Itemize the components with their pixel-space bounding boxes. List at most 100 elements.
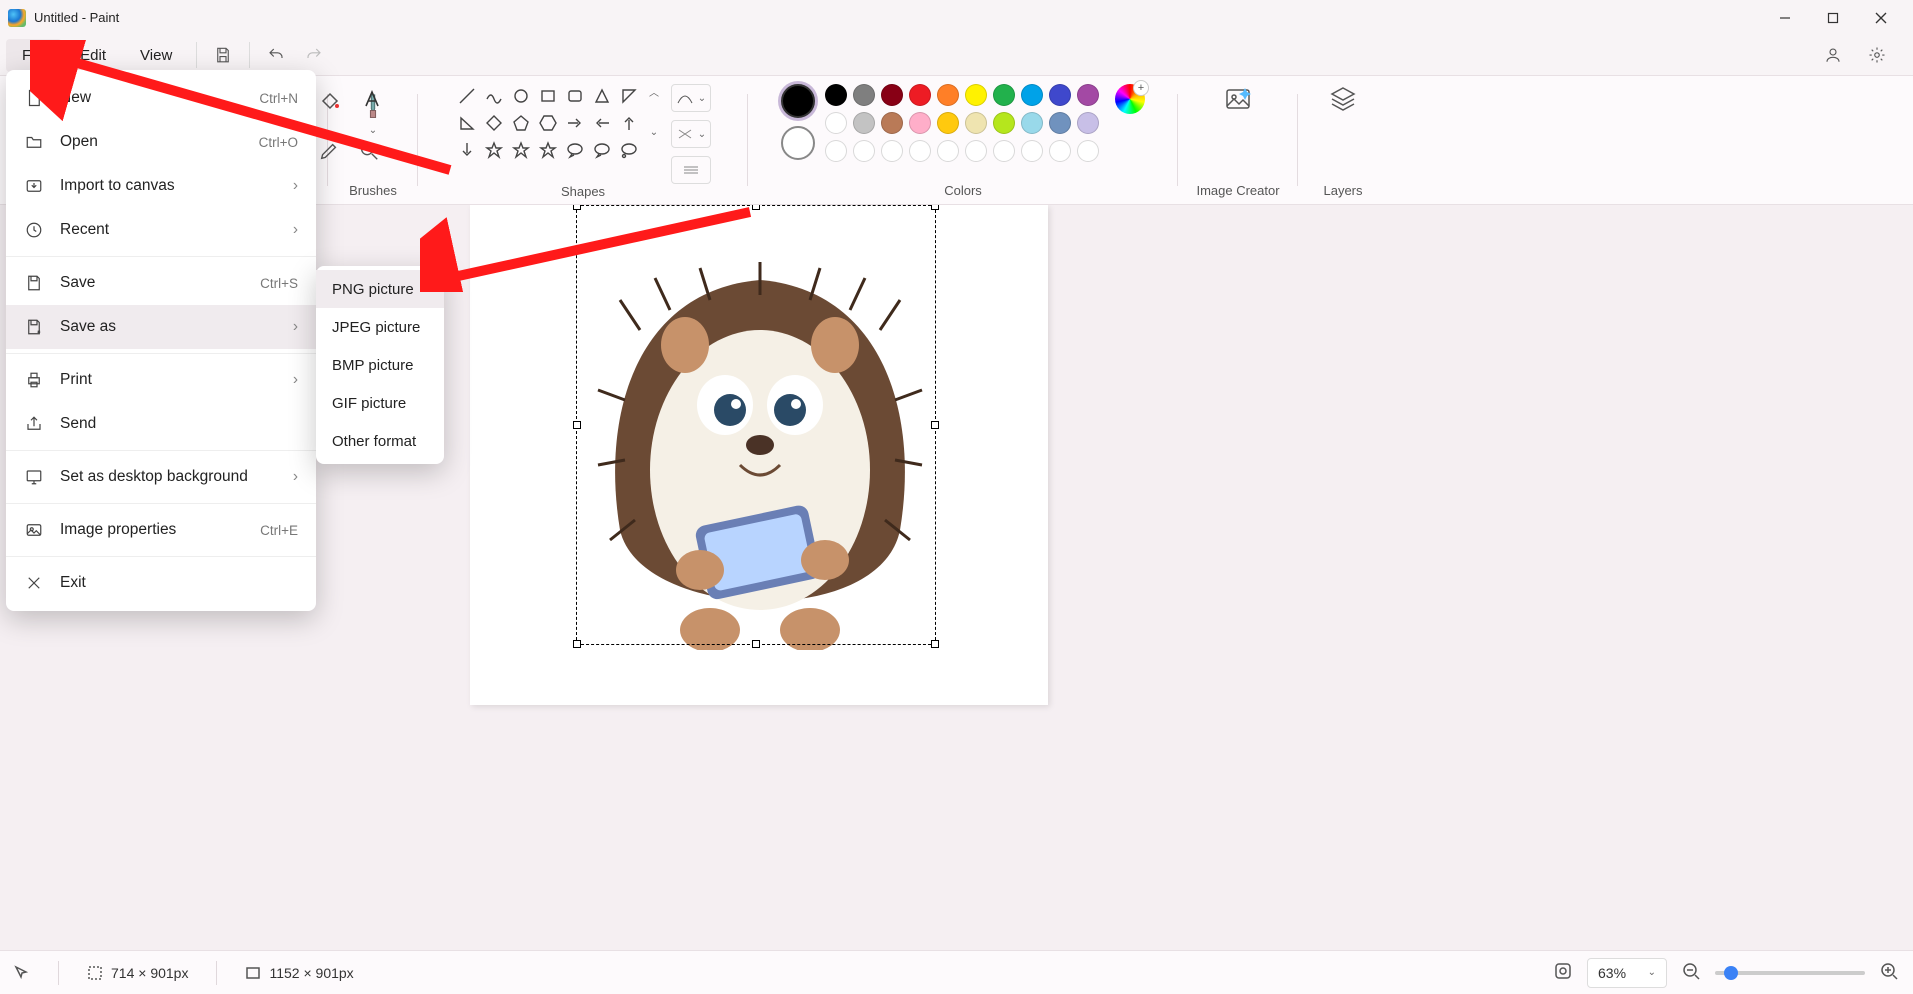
tools-peek2 [318,140,380,167]
color-swatch[interactable] [993,84,1015,106]
file-menu-exit[interactable]: Exit [6,561,316,605]
color-swatch[interactable] [853,140,875,162]
color-swatch[interactable] [1021,140,1043,162]
fill-tool[interactable] [318,88,342,117]
color-2-slot[interactable] [781,126,815,160]
menubar: File Edit View [0,35,1913,75]
color-swatch[interactable] [993,112,1015,134]
import-icon [24,177,44,195]
shape-style-button[interactable] [671,156,711,184]
color-swatch[interactable] [1021,112,1043,134]
color-swatch[interactable] [937,112,959,134]
color-swatch[interactable] [881,112,903,134]
separator [58,961,59,985]
color-swatch[interactable] [881,84,903,106]
zoom-value: 63% [1598,965,1626,981]
selection-rect[interactable] [576,205,936,645]
chevron-right-icon: › [293,468,298,486]
color-swatch[interactable] [909,140,931,162]
shape-fill-button[interactable]: ⌄ [671,120,711,148]
color-swatch[interactable] [993,140,1015,162]
color-swatch[interactable] [937,140,959,162]
color-swatch[interactable] [1021,84,1043,106]
zoom-in-button[interactable] [1879,961,1899,984]
color-swatch[interactable] [1077,112,1099,134]
zoom-slider[interactable] [1715,971,1865,975]
color-swatch[interactable] [853,112,875,134]
color-swatch[interactable] [937,84,959,106]
chevron-right-icon: › [293,371,298,389]
ribbon-group-shapes: ︿ ⌄ ⌄ ⌄ Shapes [418,76,748,204]
brushes-label: Brushes [349,183,397,198]
chevron-right-icon: › [293,177,298,195]
edit-colors-button[interactable] [1115,84,1145,114]
layers-label: Layers [1323,183,1362,198]
file-menu-import-label: Import to canvas [60,177,175,195]
maximize-button[interactable] [1809,0,1857,35]
zoom-select[interactable]: 63%⌄ [1587,958,1667,988]
menu-file[interactable]: File [6,39,62,72]
file-menu-recent[interactable]: Recent › [6,208,316,252]
minimize-button[interactable] [1761,0,1809,35]
saveas-icon [24,318,44,336]
color-swatch[interactable] [825,112,847,134]
color-swatch[interactable] [1049,140,1071,162]
save-icon[interactable] [205,37,241,73]
chevron-right-icon: › [293,221,298,239]
saveas-png[interactable]: PNG picture [316,270,444,308]
image-creator-button[interactable] [1198,84,1278,114]
file-menu-setbg[interactable]: Set as desktop background › [6,455,316,499]
color-swatch[interactable] [965,84,987,106]
color-1-slot[interactable] [781,84,815,118]
menu-view[interactable]: View [124,39,188,72]
color-swatch[interactable] [1049,112,1071,134]
file-menu-print[interactable]: Print › [6,358,316,402]
color-swatch[interactable] [965,140,987,162]
color-palette[interactable] [825,84,1099,162]
settings-icon[interactable] [1859,37,1895,73]
undo-icon[interactable] [258,37,294,73]
redo-icon[interactable] [296,37,332,73]
fit-screen-button[interactable] [1553,961,1573,984]
color-swatch[interactable] [1077,84,1099,106]
text-tool[interactable] [360,88,384,117]
scroll-up-icon[interactable]: ︿ [649,84,659,99]
desktop-icon [24,468,44,486]
color-swatch[interactable] [1049,84,1071,106]
color-swatch[interactable] [965,112,987,134]
file-menu-saveas[interactable]: Save as › [6,305,316,349]
color-swatch[interactable] [909,84,931,106]
color-swatch[interactable] [881,140,903,162]
menu-edit[interactable]: Edit [64,39,122,72]
file-menu-send[interactable]: Send [6,402,316,446]
saveas-gif[interactable]: GIF picture [316,384,444,422]
color-swatch[interactable] [825,84,847,106]
saveas-other[interactable]: Other format [316,422,444,460]
file-menu-props[interactable]: Image properties Ctrl+E [6,508,316,552]
separator [6,556,316,557]
separator [196,42,197,68]
color-swatch[interactable] [825,140,847,162]
account-icon[interactable] [1815,37,1851,73]
saveas-bmp[interactable]: BMP picture [316,346,444,384]
zoom-out-button[interactable] [1681,961,1701,984]
shapes-gallery[interactable] [455,84,641,162]
canvas[interactable] [470,205,1048,705]
saveas-jpeg[interactable]: JPEG picture [316,308,444,346]
file-menu-new[interactable]: New Ctrl+N [6,76,316,120]
color-swatch[interactable] [853,84,875,106]
shape-outline-button[interactable]: ⌄ [671,84,711,112]
magnifier-tool[interactable] [358,140,380,167]
color-swatch[interactable] [909,112,931,134]
canvas-size-text: 1152 × 901px [269,965,353,981]
file-menu-open[interactable]: Open Ctrl+O [6,120,316,164]
file-menu-print-label: Print [60,371,92,389]
color-swatch[interactable] [1077,140,1099,162]
pencil-tool[interactable] [318,140,340,167]
layers-button[interactable] [1303,84,1383,114]
file-menu-import[interactable]: Import to canvas › [6,164,316,208]
close-button[interactable] [1857,0,1905,35]
file-menu-save[interactable]: Save Ctrl+S [6,261,316,305]
file-menu-save-label: Save [60,274,95,292]
scroll-down-icon[interactable]: ⌄ [650,127,658,138]
